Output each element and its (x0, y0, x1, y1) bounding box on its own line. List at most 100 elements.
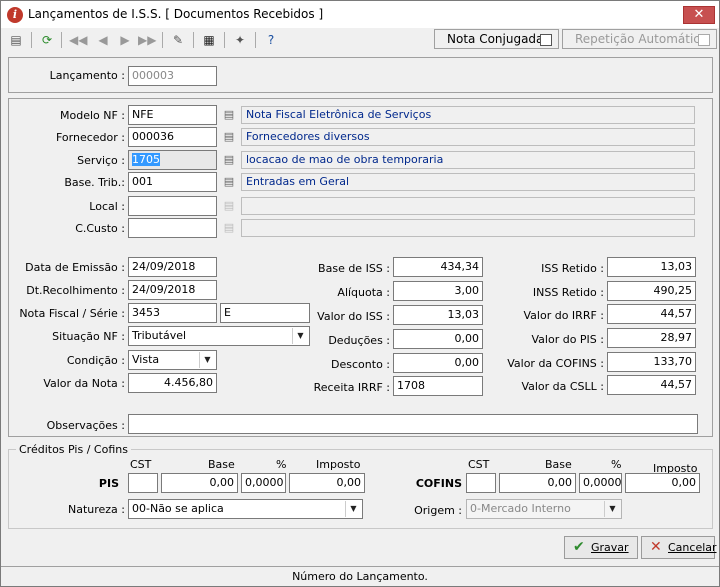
chevron-down-icon[interactable]: ▼ (199, 352, 215, 368)
valor-irrf-input[interactable]: 44,57 (607, 304, 696, 324)
help-icon[interactable]: ? (262, 31, 280, 49)
title-bar: i Lançamentos de I.S.S. [ Documentos Rec… (1, 1, 719, 28)
receita-irrf-input[interactable]: 1708 (393, 376, 483, 396)
cofins-pct-input[interactable]: 0,0000 (579, 473, 622, 493)
deducoes-input[interactable]: 0,00 (393, 329, 483, 349)
deducoes-label: Deduções : (328, 334, 390, 347)
servico-value: 1705 (132, 153, 160, 166)
first-record-icon[interactable]: ◀◀ (69, 31, 87, 49)
aliquota-input[interactable]: 3,00 (393, 281, 483, 301)
ccusto-input[interactable] (128, 218, 217, 238)
lookup-icon[interactable]: ▤ (221, 129, 237, 145)
creditos-legend: Créditos Pis / Cofins (16, 443, 131, 456)
checkbox-box[interactable] (698, 34, 710, 46)
checkmark-icon: ✔ (573, 539, 585, 555)
cofins-base-header: Base (545, 458, 572, 471)
pis-pct-header: % (276, 458, 287, 471)
fornecedor-input[interactable]: 000036 (128, 127, 217, 147)
lookup-icon[interactable]: ▤ (221, 220, 237, 236)
notes-icon[interactable]: ▦ (200, 31, 218, 49)
repeticao-automatica-checkbox[interactable]: Repetição Automática (562, 29, 717, 49)
creditos-group: Créditos Pis / Cofins CST Base % Imposto… (8, 443, 713, 529)
cancelar-button[interactable]: ✕ Cancelar (641, 536, 717, 559)
nota-conjugada-label: Nota Conjugada (447, 32, 544, 46)
origem-value: 0-Mercado Interno (470, 502, 571, 515)
origem-select[interactable]: 0-Mercado Interno ▼ (466, 499, 622, 519)
cofins-cst-input[interactable] (466, 473, 496, 493)
repeticao-automatica-label: Repetição Automática (575, 32, 708, 46)
condicao-value: Vista (132, 353, 160, 366)
toolbar-separator (224, 32, 225, 48)
last-record-icon[interactable]: ▶▶ (138, 31, 156, 49)
valor-iss-label: Valor do ISS : (317, 310, 390, 323)
chevron-down-icon[interactable]: ▼ (345, 501, 361, 517)
valor-csll-input[interactable]: 44,57 (607, 375, 696, 395)
nota-fiscal-input[interactable]: 3453 (128, 303, 217, 323)
valor-pis-label: Valor do PIS : (531, 333, 605, 346)
base-iss-input[interactable]: 434,34 (393, 257, 483, 277)
tools-icon[interactable]: ✦ (231, 31, 249, 49)
desconto-label: Desconto : (331, 358, 390, 371)
fornecedor-label: Fornecedor : (56, 131, 125, 144)
lookup-icon[interactable]: ▤ (7, 31, 25, 49)
valor-iss-input[interactable]: 13,03 (393, 305, 483, 325)
base-trib-label: Base. Trib.: (64, 176, 125, 189)
ccusto-label: C.Custo : (75, 222, 125, 235)
inss-retido-input[interactable]: 490,25 (607, 281, 696, 301)
valor-pis-input[interactable]: 28,97 (607, 328, 696, 348)
status-text: Número do Lançamento. (292, 570, 428, 583)
valor-cofins-label: Valor da COFINS : (507, 357, 604, 370)
pis-cst-input[interactable] (128, 473, 158, 493)
cofins-imposto-input[interactable]: 0,00 (625, 473, 700, 493)
natureza-value: 00-Não se aplica (132, 502, 224, 515)
lancamento-input[interactable]: 000003 (128, 66, 217, 86)
valor-cofins-input[interactable]: 133,70 (607, 352, 696, 372)
pis-base-input[interactable]: 0,00 (161, 473, 238, 493)
cofins-label: COFINS (415, 477, 462, 490)
condicao-select[interactable]: Vista ▼ (128, 350, 217, 370)
base-iss-label: Base de ISS : (318, 262, 390, 275)
lookup-icon[interactable]: ▤ (221, 152, 237, 168)
dt-recolhimento-input[interactable]: 24/09/2018 (128, 280, 217, 300)
cofins-base-input[interactable]: 0,00 (499, 473, 576, 493)
valor-nota-input[interactable]: 4.456,80 (128, 373, 217, 393)
natureza-select[interactable]: 00-Não se aplica ▼ (128, 499, 363, 519)
chevron-down-icon[interactable]: ▼ (604, 501, 620, 517)
base-trib-description: Entradas em Geral (241, 173, 695, 191)
natureza-label: Natureza : (67, 503, 125, 516)
modelo-input[interactable]: NFE (128, 105, 217, 125)
pis-cst-header: CST (130, 458, 152, 471)
dt-recolhimento-label: Dt.Recolhimento : (26, 284, 125, 297)
base-trib-input[interactable]: 001 (128, 172, 217, 192)
observacoes-input[interactable] (128, 414, 698, 434)
aliquota-label: Alíquota : (337, 286, 390, 299)
servico-input[interactable]: 1705 (128, 150, 217, 170)
toolbar: ▤ ⟳ ◀◀ ◀ ▶ ▶▶ ✎ ▦ ✦ ? Nota Conjugada Rep… (1, 28, 719, 52)
erase-icon[interactable]: ✎ (169, 31, 187, 49)
refresh-icon[interactable]: ⟳ (38, 31, 56, 49)
fornecedor-description: Fornecedores diversos (241, 128, 695, 146)
previous-record-icon[interactable]: ◀ (94, 31, 112, 49)
pis-imposto-input[interactable]: 0,00 (289, 473, 365, 493)
lookup-icon[interactable]: ▤ (221, 198, 237, 214)
toolbar-separator (61, 32, 62, 48)
checkbox-box[interactable] (540, 34, 552, 46)
close-icon: ✕ (650, 539, 662, 555)
desconto-input[interactable]: 0,00 (393, 353, 483, 373)
toolbar-separator (255, 32, 256, 48)
local-input[interactable] (128, 196, 217, 216)
local-description (241, 197, 695, 215)
pis-pct-input[interactable]: 0,0000 (241, 473, 286, 493)
pis-imposto-header: Imposto (316, 458, 361, 471)
next-record-icon[interactable]: ▶ (116, 31, 134, 49)
nota-conjugada-checkbox[interactable]: Nota Conjugada (434, 29, 559, 49)
lookup-icon[interactable]: ▤ (221, 174, 237, 190)
observacoes-label: Observações : (46, 419, 125, 432)
situacao-select[interactable]: Tributável ▼ (128, 326, 310, 346)
gravar-button[interactable]: ✔ Gravar (564, 536, 638, 559)
close-button[interactable]: ✕ (683, 6, 715, 24)
lookup-icon[interactable]: ▤ (221, 107, 237, 123)
data-emissao-input[interactable]: 24/09/2018 (128, 257, 217, 277)
iss-retido-input[interactable]: 13,03 (607, 257, 696, 277)
lancamento-panel: Lançamento : 000003 (8, 57, 713, 93)
